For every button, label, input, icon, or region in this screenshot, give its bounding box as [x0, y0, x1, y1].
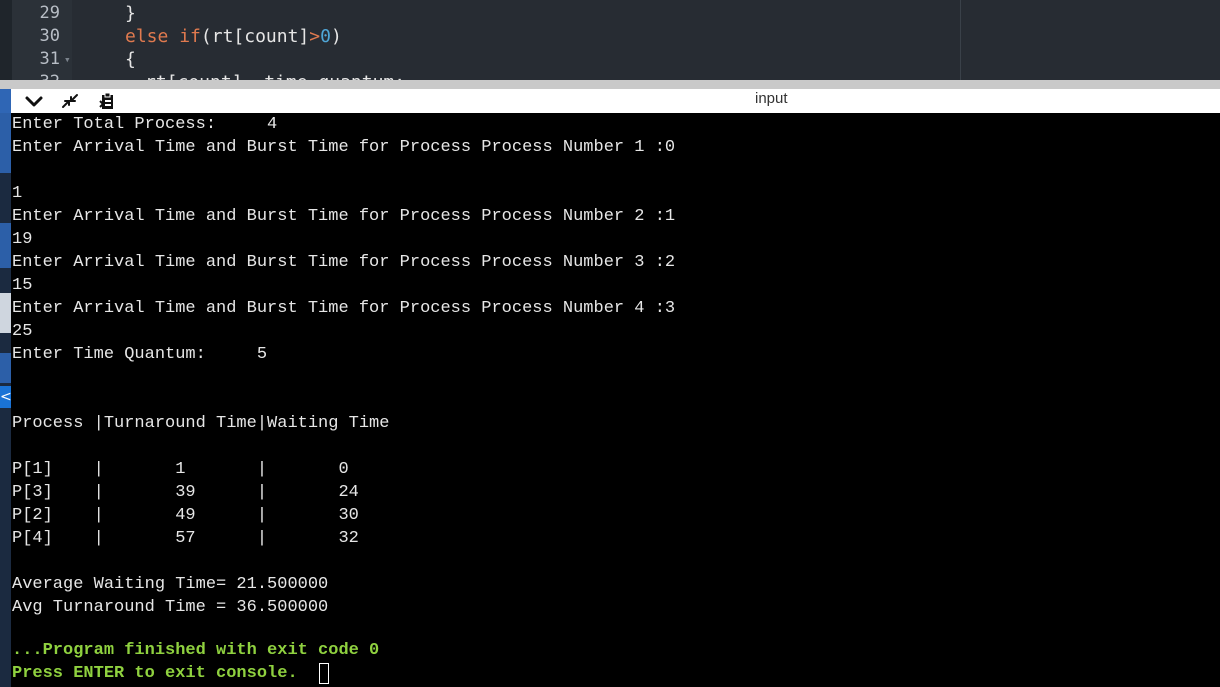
code-line-31[interactable]: { — [125, 48, 136, 71]
console-line: Average Waiting Time= 21.500000 — [12, 575, 329, 594]
collapse-panel-tab[interactable]: < — [0, 386, 12, 408]
console-line: Enter Arrival Time and Burst Time for Pr… — [12, 253, 676, 272]
keyword-token: if — [179, 26, 201, 47]
console-line: 25 — [12, 322, 33, 341]
line-number-gutter: 29 30 31 ▾ 32 — [12, 0, 72, 80]
code-token: } — [125, 3, 136, 24]
side-strip-segment — [0, 223, 11, 268]
console-line: Enter Total Process: 4 — [12, 115, 278, 134]
console-output[interactable]: Enter Total Process: 4 Enter Arrival Time… — [0, 113, 1220, 687]
chevron-down-icon[interactable] — [22, 91, 46, 111]
console-line: P[4] | 57 | 32 — [12, 529, 359, 548]
exit-status-line: ...Program finished with exit code 0 — [12, 641, 380, 660]
console-line: Enter Time Quantum: 5 — [12, 345, 268, 364]
toolbar-edge-marker — [0, 89, 11, 113]
console-line: 15 — [12, 276, 33, 295]
press-enter-line: Press ENTER to exit console. — [12, 664, 298, 683]
line-number: 32 — [12, 71, 60, 80]
operator-token: > — [309, 26, 321, 47]
console-line: Process |Turnaround Time|Waiting Time — [12, 414, 390, 433]
console-line: Enter Arrival Time and Burst Time for Pr… — [12, 207, 676, 226]
line-number: 31 — [39, 49, 60, 69]
editor-left-rail — [0, 0, 12, 80]
console-line: P[3] | 39 | 24 — [12, 483, 359, 502]
compress-icon[interactable] — [58, 91, 82, 111]
console-line: Enter Arrival Time and Burst Time for Pr… — [12, 299, 676, 318]
number-token: 0 — [320, 26, 331, 47]
code-editor[interactable]: 29 30 31 ▾ 32 } else if(rt[count]>0) { r… — [0, 0, 1220, 80]
console-line: 1 — [12, 184, 23, 203]
side-strip-segment — [0, 113, 11, 173]
code-line-30[interactable]: else if(rt[count]>0) — [125, 25, 342, 48]
side-strip-segment — [0, 353, 11, 383]
editor-split-divider[interactable] — [960, 0, 961, 80]
code-line-29[interactable]: } — [125, 2, 136, 25]
code-token: ) — [330, 26, 342, 47]
tab-input[interactable]: input — [755, 90, 788, 107]
side-strip-segment — [0, 293, 11, 333]
console-line: P[1] | 1 | 0 — [12, 460, 349, 479]
console-cursor[interactable] — [319, 663, 329, 684]
code-token: rt[count]-=time_quantum; — [145, 72, 405, 80]
console-line: P[2] | 49 | 30 — [12, 506, 359, 525]
console-line: Avg Turnaround Time = 36.500000 — [12, 598, 329, 617]
console-toolbar: input — [0, 80, 1220, 113]
line-number: 30 — [39, 26, 60, 46]
code-token: { — [125, 49, 136, 70]
line-number: 29 — [39, 3, 60, 23]
console-line: Enter Arrival Time and Burst Time for Pr… — [12, 138, 676, 157]
keyword-token: else — [125, 26, 169, 47]
fold-toggle-icon[interactable]: ▾ — [64, 53, 71, 66]
console-line: 19 — [12, 230, 33, 249]
code-line-32[interactable]: rt[count]-=time_quantum; — [145, 71, 405, 80]
clipboard-icon[interactable] — [96, 91, 120, 111]
code-token: (rt[count] — [200, 26, 310, 47]
